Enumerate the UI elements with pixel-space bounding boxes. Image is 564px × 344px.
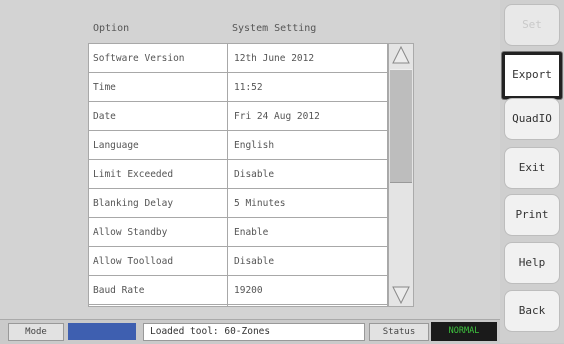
table-row[interactable]: Baud Rate 19200 <box>89 276 387 305</box>
status-message: Loaded tool: 60-Zones <box>143 323 365 341</box>
settings-table: Software Version 12th June 2012 Time 11:… <box>88 43 388 307</box>
option-cell: Language <box>93 140 139 151</box>
table-row[interactable]: Time 11:52 <box>89 73 387 102</box>
status-bar: Mode Loaded tool: 60-Zones Status NORMAL <box>0 319 500 344</box>
option-cell: Blanking Delay <box>93 198 174 209</box>
quadio-button[interactable]: QuadIO <box>504 98 560 140</box>
option-cell: Limit Exceeded <box>93 169 174 180</box>
option-cell: Date <box>93 111 116 122</box>
help-button[interactable]: Help <box>504 242 560 284</box>
export-button[interactable]: Export <box>502 52 562 99</box>
table-row[interactable]: Allow Toolload Disable <box>89 247 387 276</box>
table-row[interactable]: Allow Standby Enable <box>89 218 387 247</box>
table-row[interactable]: Date Fri 24 Aug 2012 <box>89 102 387 131</box>
option-cell: Time <box>93 82 116 93</box>
print-button[interactable]: Print <box>504 194 560 236</box>
table-row[interactable]: Blanking Delay 5 Minutes <box>89 189 387 218</box>
table-row[interactable]: Language English <box>89 131 387 160</box>
scroll-down-arrow-icon[interactable] <box>390 284 412 306</box>
option-cell: Baud Rate <box>93 285 145 296</box>
option-cell: Allow Standby <box>93 227 168 238</box>
value-cell: Enable <box>234 227 269 238</box>
scroll-thumb[interactable] <box>390 69 412 183</box>
value-cell: English <box>234 140 275 151</box>
option-column-header: Option <box>93 23 130 34</box>
value-cell: 12th June 2012 <box>234 53 315 64</box>
set-button[interactable]: Set <box>504 4 560 46</box>
exit-button[interactable]: Exit <box>504 147 560 189</box>
function-key-sidebar: Set Export QuadIO Exit Print Help Back <box>500 0 564 343</box>
option-cell: Allow Toolload <box>93 256 174 267</box>
settings-panel: Option System Setting Software Version 1… <box>0 0 500 319</box>
mode-indicator <box>68 323 136 340</box>
table-row[interactable]: Software Version 12th June 2012 <box>89 44 387 73</box>
mode-label: Mode <box>8 323 64 341</box>
value-cell: Disable <box>234 256 275 267</box>
value-cell: 19200 <box>234 285 263 296</box>
value-cell: 11:52 <box>234 82 263 93</box>
value-cell: 5 Minutes <box>234 198 286 209</box>
setting-column-header: System Setting <box>232 23 317 34</box>
table-row[interactable]: Limit Exceeded Disable <box>89 160 387 189</box>
status-label: Status <box>369 323 429 341</box>
status-badge: NORMAL <box>431 322 497 341</box>
vertical-scrollbar[interactable] <box>388 43 414 307</box>
value-cell: Fri 24 Aug 2012 <box>234 111 320 122</box>
scroll-up-arrow-icon[interactable] <box>390 44 412 66</box>
option-cell: Software Version <box>93 53 185 64</box>
value-cell: Disable <box>234 169 275 180</box>
back-button[interactable]: Back <box>504 290 560 332</box>
